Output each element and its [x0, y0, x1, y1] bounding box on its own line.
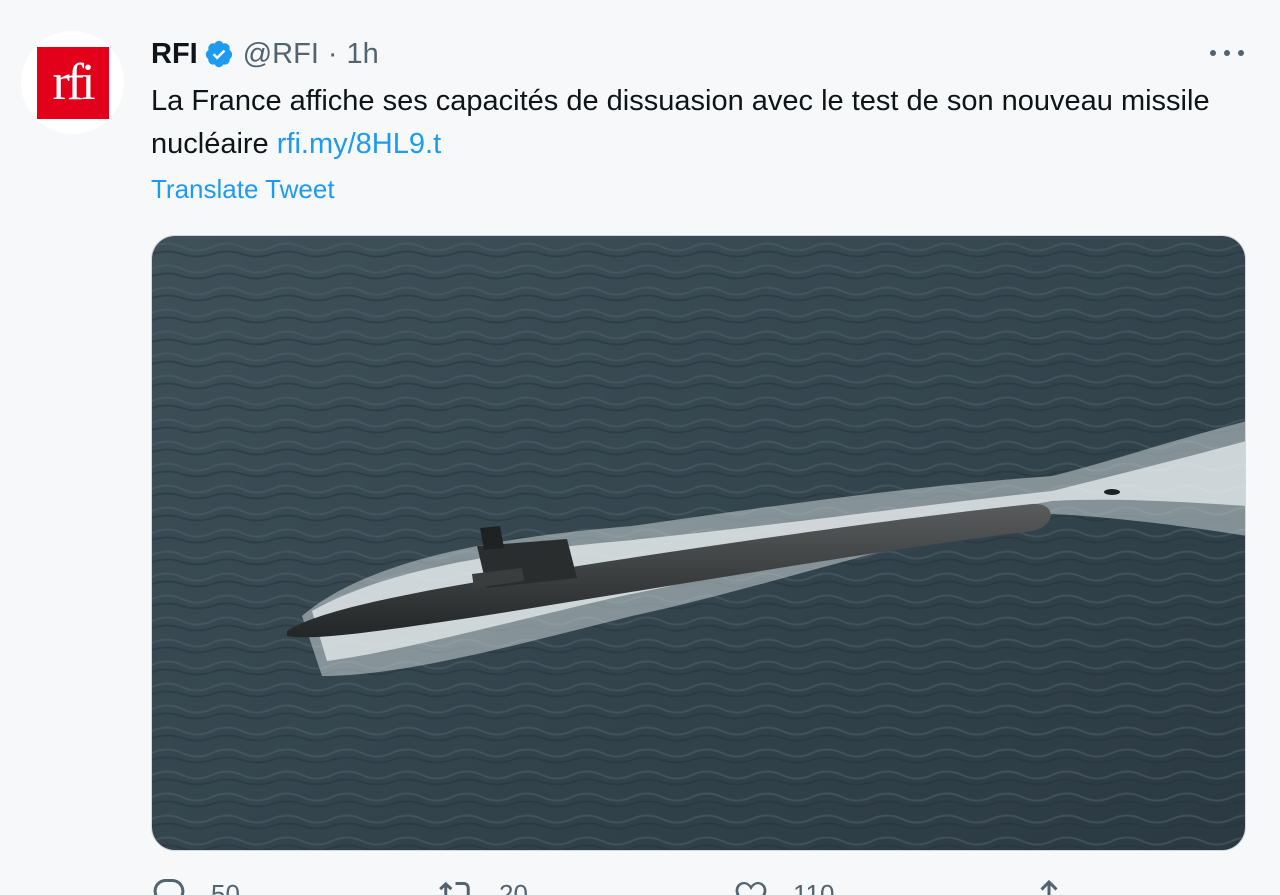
tweet-timestamp[interactable]: 1h [347, 38, 379, 71]
reply-button[interactable]: 50 [151, 876, 240, 895]
rfi-logo-text: rfi [52, 53, 95, 111]
submarine-photo [152, 236, 1245, 850]
translate-tweet-link[interactable]: Translate Tweet [151, 174, 335, 205]
more-dot-icon [1224, 50, 1230, 56]
share-icon [1040, 879, 1058, 895]
avatar[interactable]: rfi [21, 31, 124, 134]
retweet-icon [439, 881, 470, 895]
tweet-action-bar: 50 20 110 [151, 876, 1246, 895]
rfi-logo: rfi [36, 46, 109, 119]
tweet-card[interactable]: rfi RFI @RFI · 1h La France affiche ses … [0, 0, 1280, 895]
verified-badge-icon [205, 40, 232, 68]
heart-icon [735, 881, 767, 895]
reply-count: 50 [211, 878, 240, 895]
tweet-text: La France affiche ses capacités de dissu… [151, 80, 1251, 166]
author-name[interactable]: RFI [151, 38, 198, 71]
more-dot-icon [1210, 50, 1216, 56]
tweet-header: RFI @RFI · 1h [151, 36, 379, 72]
tweet-media-image[interactable] [151, 235, 1246, 851]
retweet-count: 20 [499, 878, 528, 895]
more-options-button[interactable] [1210, 42, 1244, 64]
more-dot-icon [1238, 50, 1244, 56]
like-count: 110 [793, 878, 835, 895]
separator-dot: · [327, 37, 338, 70]
like-button[interactable]: 110 [733, 876, 834, 895]
share-button[interactable] [1031, 876, 1091, 895]
retweet-button[interactable]: 20 [439, 876, 528, 895]
reply-icon [153, 879, 185, 895]
tweet-link[interactable]: rfi.my/8HL9.t [277, 128, 441, 160]
author-handle[interactable]: @RFI [243, 38, 319, 71]
